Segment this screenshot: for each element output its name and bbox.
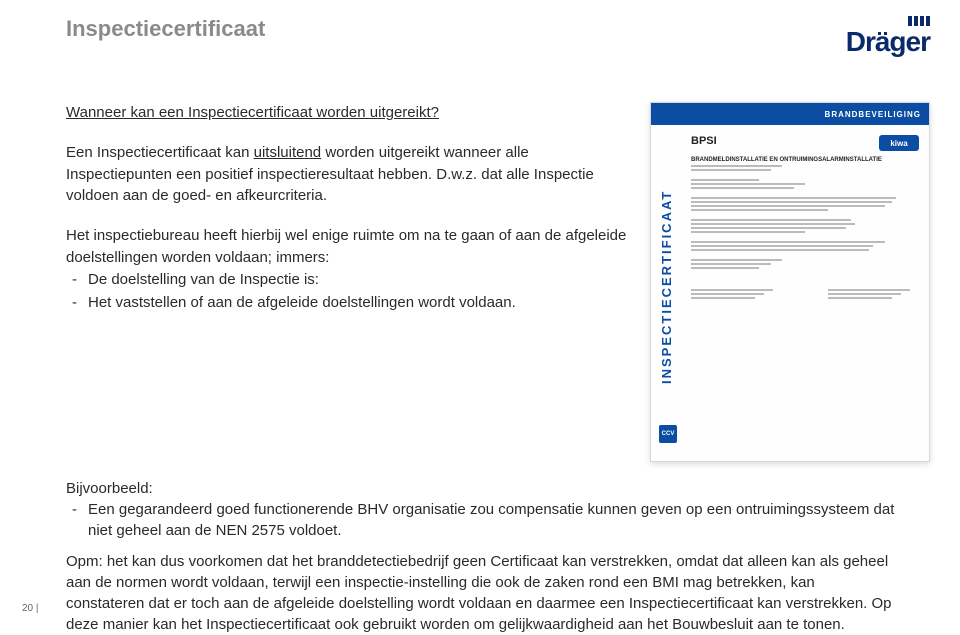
p2-bullets: De doelstelling van de Inspectie is: Het… — [66, 269, 632, 315]
paragraph-scope: Het inspectiebureau heeft hierbij wel en… — [66, 225, 632, 314]
example-block: Bijvoorbeeld: Een gegarandeerd goed func… — [66, 478, 896, 541]
section-title: Wanneer kan een Inspectiecertificaat wor… — [66, 102, 632, 124]
cert-kiwa-logo: kiwa — [879, 135, 919, 151]
content-row: Wanneer kan een Inspectiecertificaat wor… — [0, 66, 960, 462]
bullet-item: De doelstelling van de Inspectie is: — [66, 269, 632, 291]
page-number: 20 | — [22, 603, 39, 614]
document-title: Inspectiecertificaat — [66, 16, 265, 42]
bullet-item: Een gegarandeerd goed functionerende BHV… — [66, 499, 896, 541]
cert-side-text: INSPECTIECERTIFICAAT — [659, 143, 679, 431]
logo-bars-icon — [908, 16, 930, 26]
certificate-thumbnail: BRANDBEVEILIGING INSPECTIECERTIFICAAT BP… — [650, 102, 930, 462]
p2-text: Het inspectiebureau heeft hierbij wel en… — [66, 225, 632, 269]
bullet-item: Het vaststellen of aan de afgeleide doel… — [66, 292, 632, 314]
text-column: Wanneer kan een Inspectiecertificaat wor… — [66, 102, 632, 462]
example-bullets: Een gegarandeerd goed functionerende BHV… — [66, 499, 896, 541]
brand-logo: Dräger — [846, 16, 930, 56]
header: Inspectiecertificaat Dräger — [0, 0, 960, 66]
cert-bpsi: BPSI — [691, 135, 717, 147]
p1-underline: uitsluitend — [254, 144, 322, 161]
cert-body: BPSI kiwa BRANDMELDINSTALLATIE EN ONTRUI… — [651, 125, 929, 317]
logo-text: Dräger — [846, 28, 930, 56]
p1-a: Een Inspectiecertificaat kan — [66, 144, 254, 161]
cert-subtitle: BRANDMELDINSTALLATIE EN ONTRUIMINGSALARM… — [691, 157, 919, 163]
cert-ccv-badge: CCV — [659, 425, 677, 443]
lower-section: Bijvoorbeeld: Een gegarandeerd goed func… — [0, 462, 960, 635]
opm-paragraph: Opm: het kan dus voorkomen dat het brand… — [66, 551, 896, 635]
example-label: Bijvoorbeeld: — [66, 478, 896, 499]
cert-top-bar: BRANDBEVEILIGING — [651, 103, 929, 125]
paragraph-intro: Een Inspectiecertificaat kan uitsluitend… — [66, 142, 632, 207]
